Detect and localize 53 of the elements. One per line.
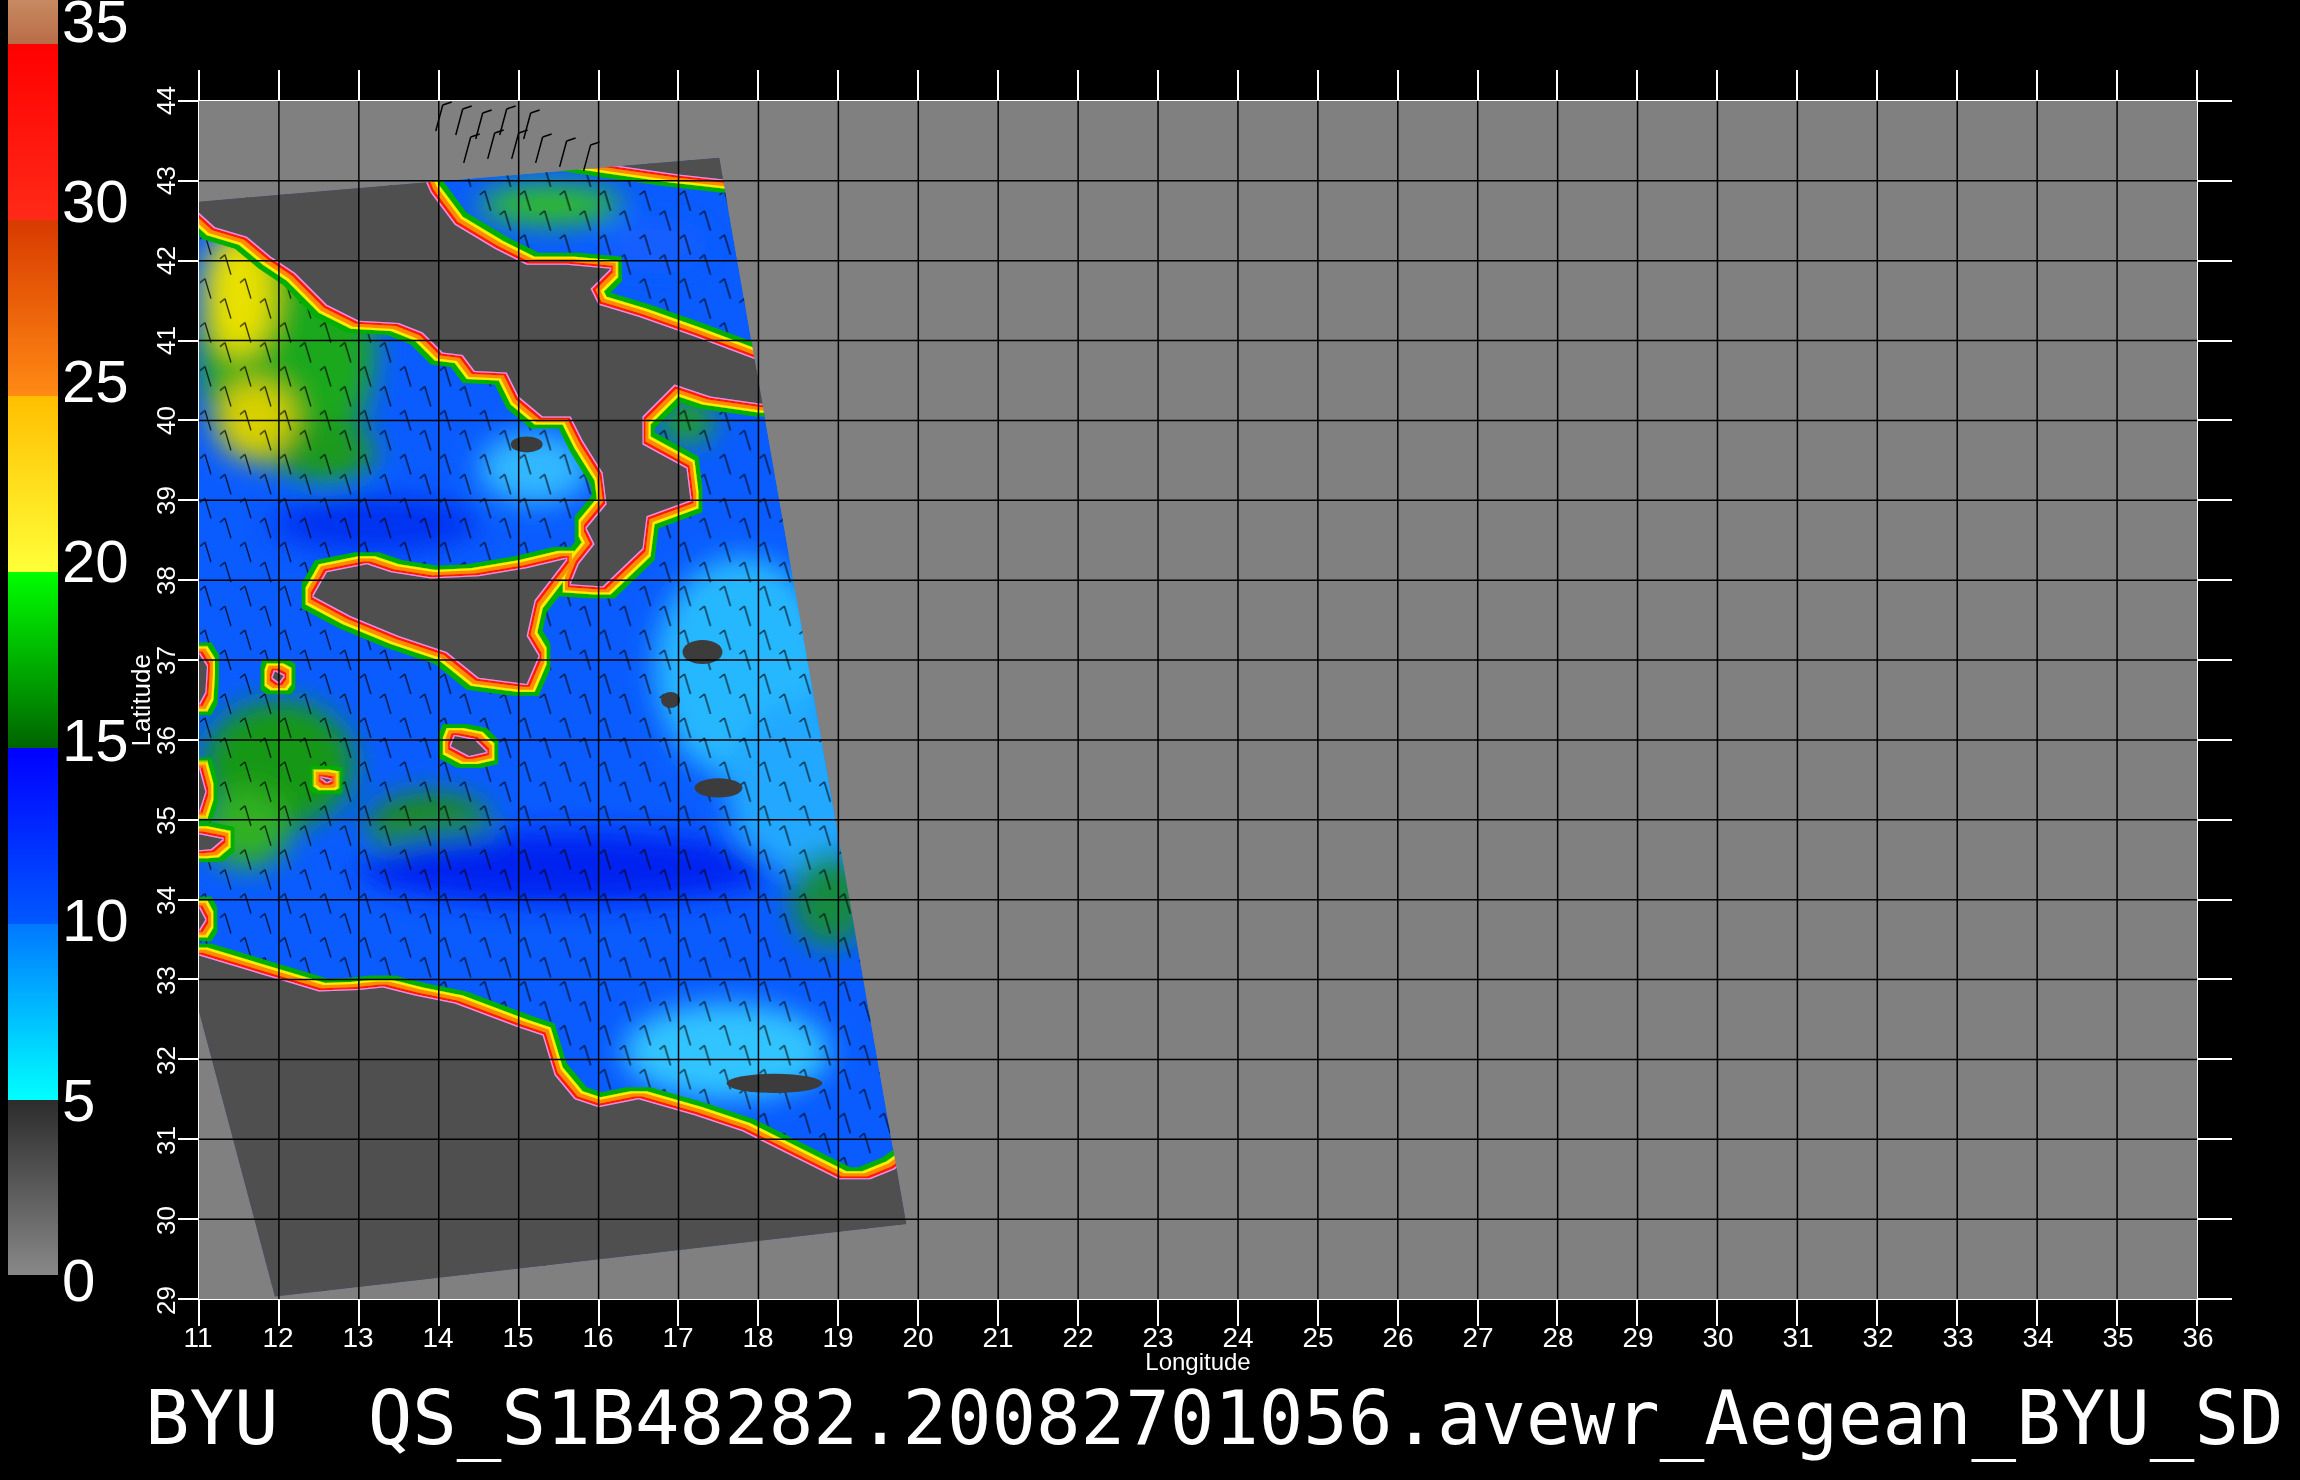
x-tick-label: 16 xyxy=(582,1326,614,1350)
y-tick-label: 39 xyxy=(154,485,178,515)
scale-label: 5 xyxy=(62,1079,97,1124)
y-tick-label: 40 xyxy=(154,405,178,435)
x-tick-label: 32 xyxy=(1862,1326,1894,1350)
x-tick-label: 18 xyxy=(742,1326,774,1350)
scale-label: 15 xyxy=(62,719,129,764)
x-axis-title: Longitude xyxy=(1145,1350,1251,1374)
x-tick-label: 30 xyxy=(1702,1326,1734,1350)
x-tick-label: 15 xyxy=(502,1326,534,1350)
y-tick-label: 34 xyxy=(154,885,178,915)
y-tick-label: 35 xyxy=(154,805,178,835)
x-tick-label: 27 xyxy=(1462,1326,1494,1350)
x-tick-label: 31 xyxy=(1782,1326,1814,1350)
x-tick-label: 29 xyxy=(1622,1326,1654,1350)
x-tick-label: 28 xyxy=(1542,1326,1574,1350)
y-tick-label: 44 xyxy=(154,85,178,115)
scale-label: 0 xyxy=(62,1258,97,1303)
y-tick-label: 33 xyxy=(154,965,178,995)
scale-label: 10 xyxy=(62,899,129,944)
scale-label: 30 xyxy=(62,179,129,224)
scale-label: 35 xyxy=(62,0,129,44)
x-tick-label: 35 xyxy=(2102,1326,2134,1350)
y-tick-label: 41 xyxy=(154,325,178,355)
y-tick-label: 32 xyxy=(154,1045,178,1075)
x-tick-label: 19 xyxy=(822,1326,854,1350)
x-tick-label: 33 xyxy=(1942,1326,1974,1350)
x-tick-label: 23 xyxy=(1142,1326,1174,1350)
y-tick-label: 37 xyxy=(154,645,178,675)
x-tick-label: 24 xyxy=(1222,1326,1254,1350)
y-tick-label: 29 xyxy=(154,1285,178,1315)
x-tick-label: 36 xyxy=(2182,1326,2214,1350)
scale-label: 20 xyxy=(62,539,129,584)
y-tick-label: 38 xyxy=(154,565,178,595)
x-tick-label: 14 xyxy=(422,1326,454,1350)
x-tick-label: 25 xyxy=(1302,1326,1334,1350)
y-tick-label: 31 xyxy=(154,1125,178,1155)
x-tick-label: 20 xyxy=(902,1326,934,1350)
x-tick-label: 11 xyxy=(183,1326,213,1350)
x-tick-label: 12 xyxy=(262,1326,294,1350)
x-tick-label: 13 xyxy=(342,1326,374,1350)
x-tick-label: 26 xyxy=(1382,1326,1414,1350)
y-tick-label: 42 xyxy=(154,245,178,275)
x-tick-label: 22 xyxy=(1062,1326,1094,1350)
x-tick-label: 17 xyxy=(662,1326,694,1350)
plot-title: BYU QS_S1B48282.20082701056.avewr_Aegean_BYU_SD xyxy=(145,1376,2284,1460)
y-axis-title: Latitude xyxy=(128,653,154,747)
y-tick-label: 36 xyxy=(154,725,178,755)
scale-label: 25 xyxy=(62,359,129,404)
y-tick-label: 30 xyxy=(154,1205,178,1235)
x-tick-label: 21 xyxy=(982,1326,1014,1350)
y-tick-label: 43 xyxy=(154,165,178,195)
x-tick-label: 34 xyxy=(2022,1326,2054,1350)
